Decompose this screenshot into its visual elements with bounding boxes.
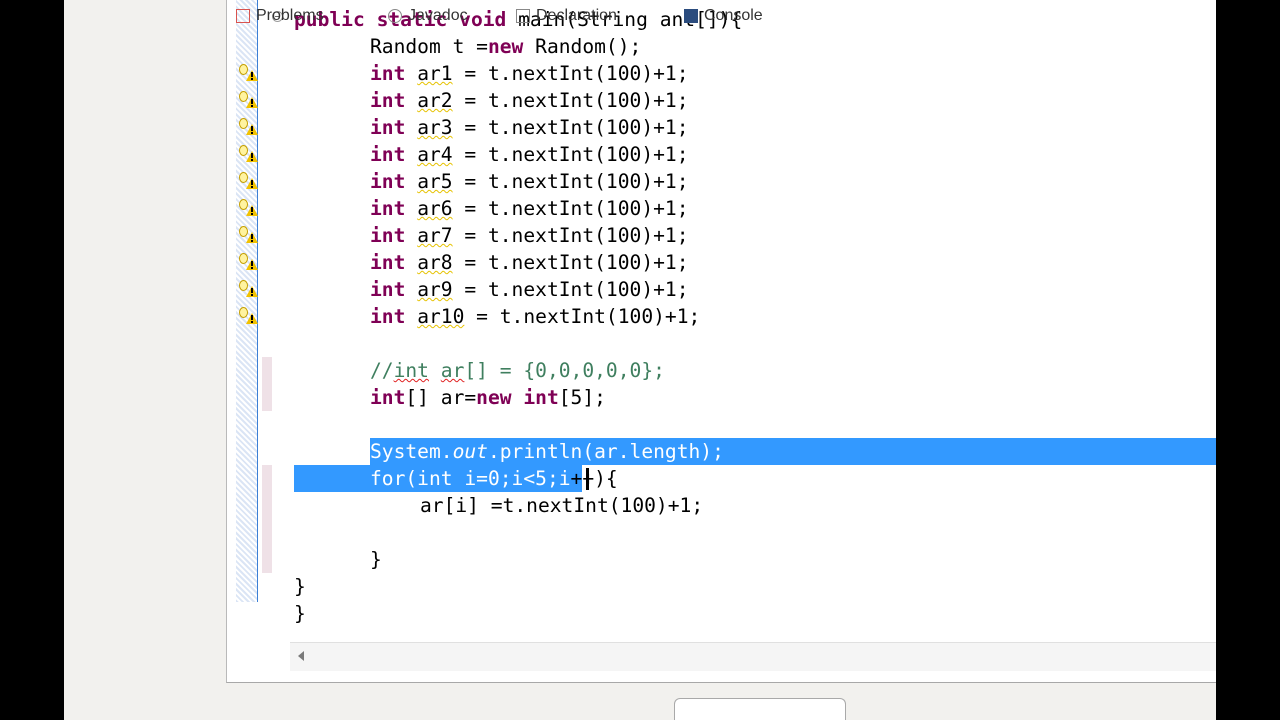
declaration-icon	[516, 8, 530, 23]
warning-lightbulb-icon[interactable]	[237, 280, 259, 300]
text-caret	[586, 468, 589, 490]
warning-lightbulb-icon[interactable]	[237, 253, 259, 273]
warning-lightbulb-icon[interactable]	[237, 64, 259, 84]
code-line: int ar1 = t.nextInt(100)+1;	[370, 62, 689, 85]
tab-javadoc[interactable]: Javadoc	[388, 7, 468, 27]
fold-highlight	[262, 357, 272, 411]
letterbox-right	[1216, 0, 1280, 720]
code-line-selected: for(int i=0;i<5;i++){	[370, 467, 618, 490]
warning-lightbulb-icon[interactable]	[237, 91, 259, 111]
tab-console[interactable]: Console	[684, 7, 763, 27]
code-line: int ar2 = t.nextInt(100)+1;	[370, 89, 689, 112]
warning-lightbulb-icon[interactable]	[237, 118, 259, 138]
horizontal-scrollbar[interactable]	[290, 642, 1216, 671]
code-line: int ar8 = t.nextInt(100)+1;	[370, 251, 689, 274]
code-line: int ar3 = t.nextInt(100)+1;	[370, 116, 689, 139]
code-line: ar[i] =t.nextInt(100)+1;	[420, 494, 704, 517]
tab-problems[interactable]: Problems	[236, 7, 324, 27]
code-line-selected: System.out.println(ar.length);	[370, 440, 724, 463]
code-line: int ar10 = t.nextInt(100)+1;	[370, 305, 701, 328]
code-line: int ar6 = t.nextInt(100)+1;	[370, 197, 689, 220]
warning-lightbulb-icon[interactable]	[237, 172, 259, 192]
code-line: }	[294, 602, 306, 625]
code-line: int ar4 = t.nextInt(100)+1;	[370, 143, 689, 166]
code-line: int ar9 = t.nextInt(100)+1;	[370, 278, 689, 301]
tab-declaration[interactable]: Declaration	[516, 7, 617, 27]
warning-lightbulb-icon[interactable]	[237, 307, 259, 327]
scroll-left-icon[interactable]	[298, 651, 304, 661]
problems-icon	[236, 8, 250, 23]
javadoc-icon	[388, 8, 402, 23]
console-icon	[684, 8, 698, 23]
warning-lightbulb-icon[interactable]	[237, 226, 259, 246]
code-line: int ar7 = t.nextInt(100)+1;	[370, 224, 689, 247]
code-comment: //int ar[] = {0,0,0,0,0};	[370, 359, 665, 382]
tab-console-active[interactable]	[674, 698, 846, 720]
fold-highlight	[262, 465, 272, 573]
code-editor[interactable]: public static void main(String ant[]){ R…	[294, 0, 742, 625]
code-line: }	[370, 548, 382, 571]
code-line: int ar5 = t.nextInt(100)+1;	[370, 170, 689, 193]
code-line: }	[294, 575, 306, 598]
warning-lightbulb-icon[interactable]	[237, 199, 259, 219]
code-line: Random t =new Random();	[370, 35, 642, 58]
code-line: int[] ar=new int[5];	[370, 386, 606, 409]
warning-lightbulb-icon[interactable]	[237, 145, 259, 165]
